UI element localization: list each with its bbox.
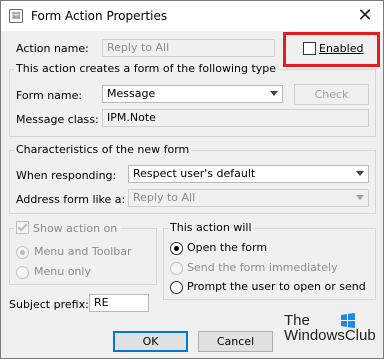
- chevron-down-icon: [356, 195, 364, 200]
- action-name-input[interactable]: Reply to All: [102, 39, 275, 57]
- address-form-label: Address form like a:: [16, 193, 126, 206]
- this-action-will-title: This action will: [168, 221, 254, 234]
- window-title: Form Action Properties: [31, 9, 168, 23]
- form-name-label: Form name:: [16, 89, 83, 102]
- title-bar: ▤ Form Action Properties ✕: [1, 1, 383, 31]
- menu-and-toolbar-label: Menu and Toolbar: [34, 245, 132, 258]
- characteristics-group-title: Characteristics of the new form: [14, 143, 192, 156]
- check-button[interactable]: Check: [294, 84, 369, 105]
- when-responding-value: Respect user's default: [133, 167, 256, 180]
- prompt-user-label: Prompt the user to open or send: [187, 280, 366, 293]
- show-action-header: Show action on: [14, 221, 122, 235]
- enabled-checkbox[interactable]: [303, 42, 316, 55]
- watermark-line2: WindowsClub: [284, 327, 376, 344]
- windows-logo-icon: [341, 313, 355, 328]
- show-action-label: Show action on: [33, 222, 118, 235]
- form-action-properties-dialog: ▤ Form Action Properties ✕ Action name: …: [0, 0, 384, 359]
- enabled-label[interactable]: Enabled: [319, 42, 363, 55]
- message-class-label: Message class:: [16, 113, 99, 126]
- form-name-value: Message: [107, 87, 156, 100]
- send-immediately-label: Send the form immediately: [187, 261, 338, 274]
- cancel-button[interactable]: Cancel: [198, 331, 273, 352]
- menu-and-toolbar-radio[interactable]: [16, 246, 29, 259]
- open-form-label: Open the form: [187, 241, 268, 254]
- ok-button[interactable]: OK: [113, 331, 188, 352]
- open-form-radio[interactable]: [170, 242, 183, 255]
- send-immediately-radio[interactable]: [170, 262, 183, 275]
- close-button[interactable]: ✕: [347, 1, 383, 31]
- menu-only-radio[interactable]: [16, 266, 29, 279]
- form-type-group-title: This action creates a form of the follow…: [14, 62, 279, 75]
- subject-prefix-label: Subject prefix:: [9, 298, 89, 311]
- show-action-checkbox[interactable]: [16, 221, 29, 234]
- form-name-select[interactable]: Message: [102, 85, 283, 103]
- message-class-field: IPM.Note: [102, 109, 369, 127]
- action-name-label: Action name:: [16, 42, 89, 55]
- subject-prefix-input[interactable]: RE: [89, 294, 149, 312]
- menu-only-label: Menu only: [34, 265, 91, 278]
- when-responding-label: When responding:: [16, 169, 117, 182]
- address-form-value: Reply to All: [133, 191, 196, 204]
- address-form-select[interactable]: Reply to All: [128, 189, 369, 207]
- chevron-down-icon: [356, 171, 364, 176]
- form-icon: ▤: [9, 9, 23, 23]
- prompt-user-radio[interactable]: [170, 281, 183, 294]
- chevron-down-icon: [270, 91, 278, 96]
- when-responding-select[interactable]: Respect user's default: [128, 165, 369, 183]
